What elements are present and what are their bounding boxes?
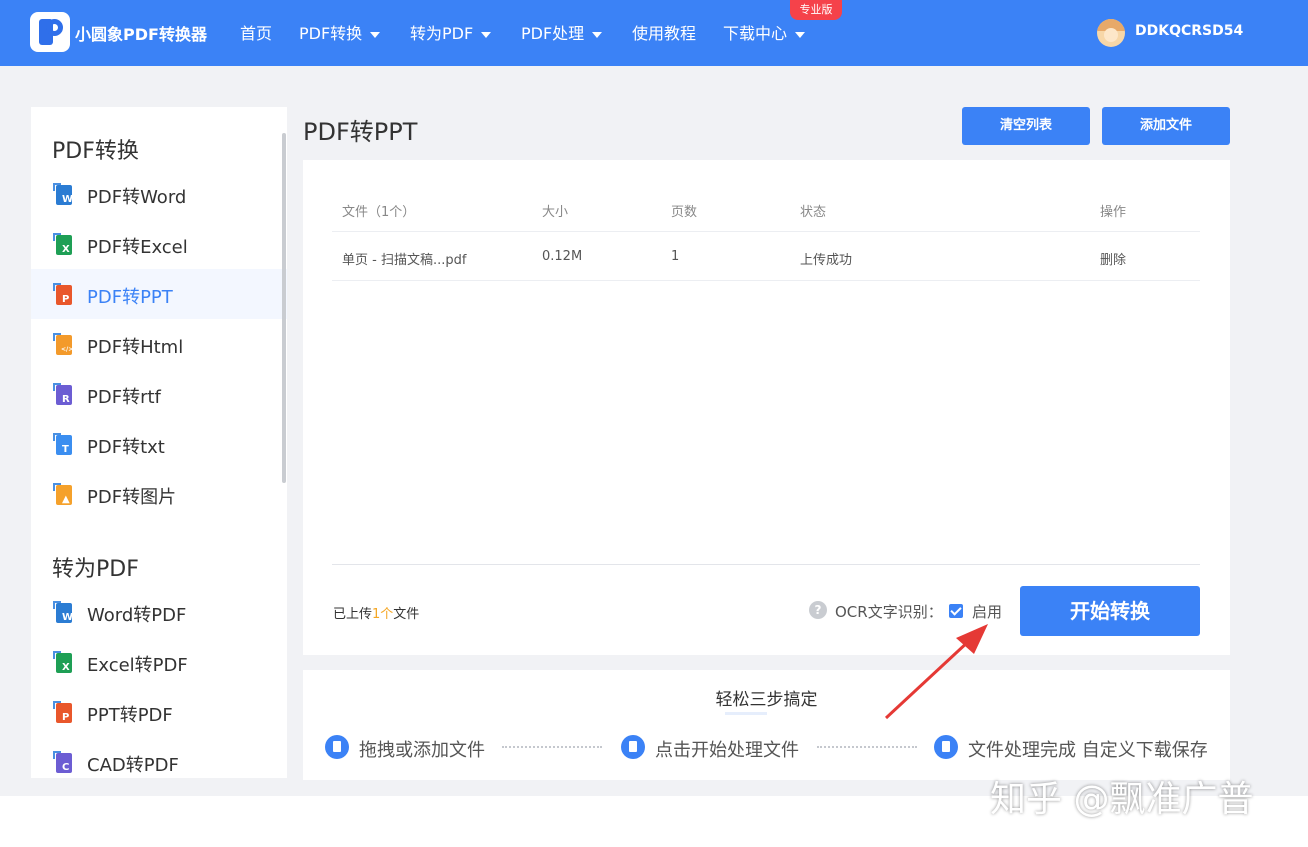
upload-summary: 已上传1个文件 bbox=[333, 603, 419, 622]
column-header-action: 操作 bbox=[1100, 205, 1127, 220]
sidebar-item-label: PDF转Html bbox=[87, 337, 184, 358]
help-icon[interactable]: ? bbox=[809, 601, 827, 619]
status-cell: 上传成功 bbox=[800, 253, 853, 268]
sidebar-item[interactable]: W Word转PDF bbox=[31, 587, 287, 637]
nav-home[interactable]: 首页 bbox=[240, 20, 272, 44]
file-icon bbox=[325, 735, 349, 759]
rtf-doc-icon: R bbox=[53, 383, 75, 405]
three-steps-panel: 轻松三步搞定 拖拽或添加文件 点击开始处理文件 文件处理完成 自定义下载保存 bbox=[303, 670, 1230, 780]
clear-list-button[interactable]: 清空列表 bbox=[962, 107, 1090, 145]
sidebar-item-label: PDF转PPT bbox=[87, 287, 173, 308]
nav-to-pdf-label: 转为PDF bbox=[410, 24, 474, 43]
step-connector bbox=[502, 746, 602, 748]
chevron-down-icon bbox=[481, 31, 492, 38]
cad-doc-icon: C bbox=[53, 751, 75, 773]
nav-to-pdf[interactable]: 转为PDF bbox=[410, 20, 492, 44]
ppt-doc-icon: P bbox=[53, 701, 75, 723]
convert-icon bbox=[621, 735, 645, 759]
upload-summary-prefix: 已上传 bbox=[333, 607, 373, 622]
sidebar: PDF转换 W PDF转Word X PDF转Excel P PDF转PPT </> PDF转… bbox=[31, 107, 287, 778]
column-header-file: 文件（1个） bbox=[342, 205, 416, 220]
file-name-cell: 单页 - 扫描文稿...pdf bbox=[342, 253, 467, 268]
username[interactable]: DDKQCRSD54 bbox=[1135, 23, 1243, 39]
download-icon bbox=[934, 735, 958, 759]
ocr-enable-label[interactable]: 启用 bbox=[972, 601, 1002, 622]
upload-count: 1个 bbox=[372, 607, 394, 622]
nav-download-center[interactable]: 下载中心 bbox=[723, 20, 806, 44]
sidebar-item-label: PDF转Word bbox=[87, 187, 187, 208]
page-title: PDF转PPT bbox=[303, 118, 418, 146]
word-doc-icon: W bbox=[53, 183, 75, 205]
watermark: 知乎 @飘准广普 bbox=[990, 779, 1254, 820]
sidebar-item-label: PDF转txt bbox=[87, 437, 165, 458]
sidebar-section-title-pdf-convert: PDF转换 bbox=[52, 139, 139, 164]
nav-pdf-process-label: PDF处理 bbox=[521, 24, 585, 43]
ocr-enable-checkbox[interactable] bbox=[949, 604, 963, 618]
app-logo-icon[interactable] bbox=[30, 12, 70, 52]
file-list-panel: 文件（1个） 大小 页数 状态 操作 单页 - 扫描文稿...pdf 0.12M… bbox=[303, 160, 1230, 655]
nav-pdf-convert[interactable]: PDF转换 bbox=[299, 20, 381, 44]
sidebar-item-label: Word转PDF bbox=[87, 605, 187, 626]
column-header-status: 状态 bbox=[800, 205, 827, 220]
steps-title-underline bbox=[725, 712, 767, 715]
table-header: 文件（1个） 大小 页数 状态 操作 bbox=[332, 192, 1200, 232]
html-doc-icon: </> bbox=[53, 333, 75, 355]
excel-doc-icon: X bbox=[53, 651, 75, 673]
pro-badge: 专业版 bbox=[790, 0, 842, 20]
ppt-doc-icon: P bbox=[53, 283, 75, 305]
page-count-cell: 1 bbox=[671, 249, 680, 264]
steps-title: 轻松三步搞定 bbox=[715, 690, 818, 710]
column-header-pages: 页数 bbox=[671, 205, 698, 220]
sidebar-item-label: PDF转图片 bbox=[87, 487, 177, 508]
chevron-down-icon bbox=[370, 31, 381, 38]
sidebar-item[interactable]: P PPT转PDF bbox=[31, 687, 287, 737]
word-doc-icon: W bbox=[53, 601, 75, 623]
excel-doc-icon: X bbox=[53, 233, 75, 255]
start-convert-button[interactable]: 开始转换 bbox=[1020, 586, 1200, 636]
step-connector bbox=[817, 746, 917, 748]
sidebar-item-label: CAD转PDF bbox=[87, 755, 179, 776]
sidebar-item[interactable]: </> PDF转Html bbox=[31, 319, 287, 369]
divider bbox=[332, 564, 1200, 565]
sidebar-item-label: PPT转PDF bbox=[87, 705, 173, 726]
sidebar-item[interactable]: X Excel转PDF bbox=[31, 637, 287, 687]
sidebar-item[interactable]: T PDF转txt bbox=[31, 419, 287, 469]
nav-tutorial[interactable]: 使用教程 bbox=[632, 20, 696, 44]
step-start-processing-label: 点击开始处理文件 bbox=[655, 740, 799, 761]
file-size-cell: 0.12M bbox=[542, 249, 583, 264]
delete-link[interactable]: 删除 bbox=[1100, 249, 1126, 268]
add-file-button[interactable]: 添加文件 bbox=[1102, 107, 1230, 145]
column-header-size: 大小 bbox=[542, 205, 569, 220]
sidebar-item[interactable]: X PDF转Excel bbox=[31, 219, 287, 269]
chevron-down-icon bbox=[795, 31, 806, 38]
nav-pdf-process[interactable]: PDF处理 bbox=[521, 20, 603, 44]
step-download-label: 文件处理完成 自定义下载保存 bbox=[968, 740, 1208, 761]
nav-download-center-label: 下载中心 bbox=[723, 24, 788, 43]
ocr-label: OCR文字识别： bbox=[835, 603, 943, 621]
table-row: 单页 - 扫描文稿...pdf 0.12M 1 上传成功 删除 bbox=[332, 233, 1200, 281]
chevron-down-icon bbox=[592, 31, 603, 38]
sidebar-item-label: PDF转Excel bbox=[87, 237, 188, 258]
txt-doc-icon: T bbox=[53, 433, 75, 455]
image-doc-icon: ▲ bbox=[53, 483, 75, 505]
upload-summary-suffix: 文件 bbox=[393, 607, 420, 622]
avatar[interactable] bbox=[1097, 19, 1125, 47]
nav-pdf-convert-label: PDF转换 bbox=[299, 24, 363, 43]
sidebar-scrollbar[interactable] bbox=[282, 133, 286, 483]
sidebar-item[interactable]: W PDF转Word bbox=[31, 169, 287, 219]
sidebar-section-title-to-pdf: 转为PDF bbox=[52, 557, 139, 582]
sidebar-item[interactable]: ▲ PDF转图片 bbox=[31, 469, 287, 519]
sidebar-item[interactable]: R PDF转rtf bbox=[31, 369, 287, 419]
brand-name[interactable]: 小圆象PDF转换器 bbox=[75, 21, 207, 45]
sidebar-item-label: PDF转rtf bbox=[87, 387, 161, 408]
sidebar-item[interactable]: C CAD转PDF bbox=[31, 737, 287, 778]
sidebar-item[interactable]: P PDF转PPT bbox=[31, 269, 287, 319]
sidebar-item-label: Excel转PDF bbox=[87, 655, 188, 676]
step-add-file-label: 拖拽或添加文件 bbox=[359, 740, 485, 761]
top-navigation-bar: 小圆象PDF转换器 首页 PDF转换 转为PDF PDF处理 使用教程 下载中心… bbox=[0, 0, 1308, 66]
